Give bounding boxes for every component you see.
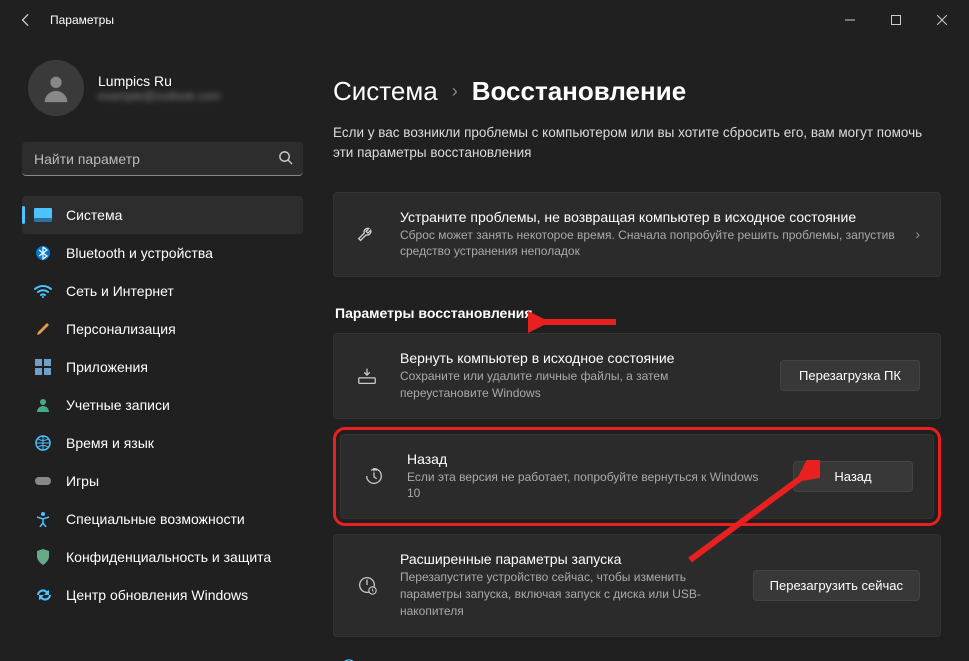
sidebar-item-apps[interactable]: Приложения: [22, 348, 303, 386]
titlebar: Параметры: [0, 0, 969, 40]
troubleshoot-card[interactable]: Устраните проблемы, не возвращая компьют…: [333, 192, 941, 278]
reset-icon: [354, 365, 380, 387]
history-icon: [361, 465, 387, 487]
advanced-startup-card: Расширенные параметры запуска Перезапуст…: [333, 534, 941, 636]
breadcrumb-root[interactable]: Система: [333, 76, 438, 107]
sidebar-item-update[interactable]: Центр обновления Windows: [22, 576, 303, 614]
nav-list: Система Bluetooth и устройства Сеть и Ин…: [22, 196, 303, 614]
card-desc: Сброс может занять некоторое время. Снач…: [400, 227, 895, 261]
card-desc: Сохраните или удалите личные файлы, а за…: [400, 368, 760, 402]
sidebar-item-label: Специальные возможности: [66, 511, 245, 527]
reset-pc-card: Вернуть компьютер в исходное состояние С…: [333, 333, 941, 419]
card-desc: Перезапустите устройство сейчас, чтобы и…: [400, 569, 733, 619]
globe-icon: [34, 434, 52, 452]
sidebar-item-label: Система: [66, 207, 122, 223]
intro-text: Если у вас возникли проблемы с компьютер…: [333, 123, 941, 164]
wrench-icon: [354, 223, 380, 245]
sidebar-item-label: Время и язык: [66, 435, 154, 451]
sidebar-item-time[interactable]: Время и язык: [22, 424, 303, 462]
avatar: [28, 60, 84, 116]
profile-block[interactable]: Lumpics Ru example@outlook.com: [28, 60, 303, 116]
search-icon: [278, 150, 293, 169]
sidebar-item-label: Сеть и Интернет: [66, 283, 174, 299]
sidebar-item-bluetooth[interactable]: Bluetooth и устройства: [22, 234, 303, 272]
search-box[interactable]: [22, 142, 303, 176]
card-desc: Если эта версия не работает, попробуйте …: [407, 469, 773, 503]
sidebar: Lumpics Ru example@outlook.com Система B…: [0, 40, 315, 661]
back-button[interactable]: [8, 2, 44, 38]
card-title: Назад: [407, 451, 773, 467]
accessibility-icon: [34, 510, 52, 528]
bluetooth-icon: [34, 244, 52, 262]
card-title: Устраните проблемы, не возвращая компьют…: [400, 209, 895, 225]
content-pane: Система › Восстановление Если у вас возн…: [315, 40, 969, 661]
sidebar-item-label: Центр обновления Windows: [66, 587, 248, 603]
search-input[interactable]: [22, 142, 303, 176]
power-settings-icon: [354, 574, 380, 596]
update-icon: [34, 586, 52, 604]
apps-icon: [34, 358, 52, 376]
sidebar-item-system[interactable]: Система: [22, 196, 303, 234]
sidebar-item-network[interactable]: Сеть и Интернет: [22, 272, 303, 310]
sidebar-item-privacy[interactable]: Конфиденциальность и защита: [22, 538, 303, 576]
reset-pc-button[interactable]: Перезагрузка ПК: [780, 360, 920, 391]
go-back-card: Назад Если эта версия не работает, попро…: [340, 434, 934, 520]
close-button[interactable]: [919, 0, 965, 40]
app-title: Параметры: [50, 13, 114, 27]
highlight-annotation: Назад Если эта версия не работает, попро…: [333, 427, 941, 527]
maximize-button[interactable]: [873, 0, 919, 40]
chevron-right-icon: ›: [452, 81, 458, 102]
minimize-button[interactable]: [827, 0, 873, 40]
sidebar-item-personalization[interactable]: Персонализация: [22, 310, 303, 348]
sidebar-item-label: Игры: [66, 473, 99, 489]
profile-email: example@outlook.com: [98, 89, 220, 103]
card-title: Расширенные параметры запуска: [400, 551, 733, 567]
brush-icon: [34, 320, 52, 338]
sidebar-item-label: Учетные записи: [66, 397, 170, 413]
chevron-right-icon: ›: [915, 226, 920, 242]
sidebar-item-label: Приложения: [66, 359, 148, 375]
profile-name: Lumpics Ru: [98, 73, 220, 89]
sidebar-item-gaming[interactable]: Игры: [22, 462, 303, 500]
restart-now-button[interactable]: Перезагрузить сейчас: [753, 570, 920, 601]
gamepad-icon: [34, 472, 52, 490]
sidebar-item-label: Bluetooth и устройства: [66, 245, 213, 261]
sidebar-item-label: Конфиденциальность и защита: [66, 549, 271, 565]
sidebar-item-accounts[interactable]: Учетные записи: [22, 386, 303, 424]
wifi-icon: [34, 282, 52, 300]
sidebar-item-label: Персонализация: [66, 321, 176, 337]
person-icon: [34, 396, 52, 414]
monitor-icon: [34, 206, 52, 224]
sidebar-item-accessibility[interactable]: Специальные возможности: [22, 500, 303, 538]
card-title: Вернуть компьютер в исходное состояние: [400, 350, 760, 366]
shield-icon: [34, 548, 52, 566]
page-title: Восстановление: [472, 76, 686, 107]
go-back-button[interactable]: Назад: [793, 461, 913, 492]
section-header: Параметры восстановления: [335, 305, 941, 321]
breadcrumb: Система › Восстановление: [333, 76, 941, 107]
